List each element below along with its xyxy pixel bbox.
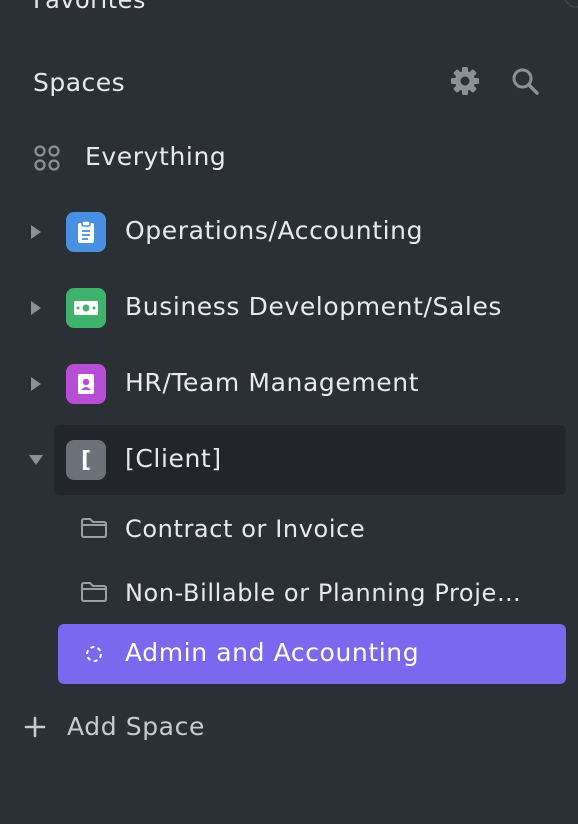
folder-icon	[80, 581, 108, 603]
favorites-toggle[interactable]	[564, 0, 578, 8]
sidebar-item-label: Business Development/Sales	[125, 292, 503, 321]
gear-icon[interactable]	[448, 64, 482, 98]
money-icon	[66, 288, 106, 328]
expand-arrow-icon[interactable]	[26, 372, 46, 396]
list-item-label: Admin and Accounting	[125, 638, 420, 667]
folder-item-label: Contract or Invoice	[125, 515, 366, 543]
sidebar-item-client[interactable]: [ [Client]	[0, 425, 578, 495]
plus-icon	[22, 714, 48, 740]
sidebar-item-label: HR/Team Management	[125, 368, 420, 397]
clipboard-icon	[66, 212, 106, 252]
add-space-label: Add Space	[67, 712, 205, 741]
folder-item-non-billable[interactable]: Non-Billable or Planning Proje…	[0, 566, 578, 622]
dashed-circle-icon	[84, 644, 104, 664]
spaces-title: Spaces	[33, 68, 126, 97]
folder-item-label: Non-Billable or Planning Proje…	[125, 579, 522, 607]
sidebar-item-hr-team-management[interactable]: HR/Team Management	[0, 352, 578, 416]
sidebar-item-everything[interactable]: Everything	[0, 126, 578, 190]
spaces-header: Spaces	[0, 60, 578, 108]
contact-book-icon	[66, 364, 106, 404]
sidebar-item-label: Everything	[85, 142, 227, 171]
grid-dots-icon	[33, 144, 61, 172]
sidebar-item-operations-accounting[interactable]: Operations/Accounting	[0, 200, 578, 264]
add-space-button[interactable]: Add Space	[0, 700, 578, 756]
folder-icon	[80, 517, 108, 539]
expand-arrow-icon[interactable]	[26, 296, 46, 320]
expand-arrow-icon[interactable]	[26, 220, 46, 244]
folder-item-contract-or-invoice[interactable]: Contract or Invoice	[0, 502, 578, 558]
sidebar-item-label: [Client]	[125, 444, 222, 473]
sidebar-item-label: Operations/Accounting	[125, 216, 424, 245]
collapse-arrow-icon[interactable]	[26, 448, 46, 472]
sidebar-item-business-development-sales[interactable]: Business Development/Sales	[0, 276, 578, 340]
search-icon[interactable]	[508, 64, 542, 98]
list-item-admin-and-accounting[interactable]: Admin and Accounting	[0, 624, 578, 684]
space-avatar: [	[66, 440, 106, 480]
favorites-label: Favorites	[33, 0, 146, 14]
